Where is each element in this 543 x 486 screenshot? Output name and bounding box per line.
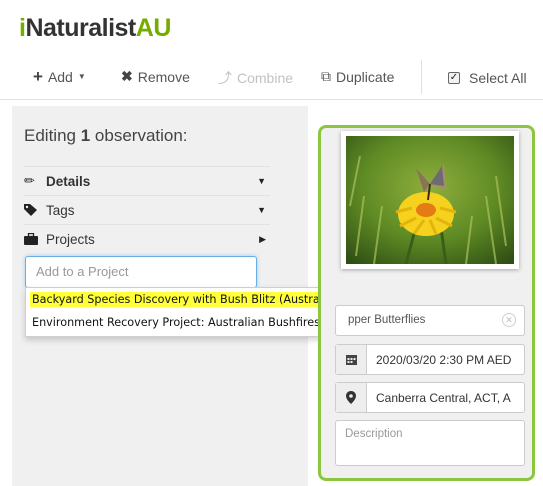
select-all-button[interactable]: ✓ Select All [448,70,527,86]
add-label: Add [47,68,73,85]
editing-prefix: Editing [24,126,76,145]
tags-section-toggle[interactable]: Tags ▼ [24,195,270,224]
observation-card[interactable]: pper Butterflies ✕ 2020/03/20 2:30 PM AE… [318,125,535,481]
caret-down-icon: ▼ [257,205,266,215]
location-field[interactable]: Canberra Central, ACT, A [335,382,525,413]
project-suggestion-backyard[interactable]: Backyard Species Discovery with Bush Bli… [30,292,340,307]
calendar-icon [336,345,367,374]
details-label: Details [46,173,91,189]
toolbar-divider [421,60,422,94]
duplicate-icon: ⧉ [321,68,331,84]
duplicate-button[interactable]: ⧉ Duplicate [321,68,394,85]
caret-down-icon: ▼ [257,176,266,186]
pencil-icon: ✏ [24,173,35,188]
plus-icon: + [33,67,43,86]
caret-down-icon: ▼ [77,72,86,81]
description-textarea[interactable]: Description [335,420,525,466]
remove-label: Remove [137,68,190,85]
inaturalist-au-logo[interactable]: i Naturalist AU [19,14,171,48]
combine-icon: ⤴ [218,70,232,86]
observation-photo[interactable] [341,131,519,269]
combine-label: Combine [237,70,294,86]
project-suggestion-environment-recovery[interactable]: Environment Recovery Project: Australian… [32,316,348,329]
location-value: Canberra Central, ACT, A [376,391,511,405]
tags-label: Tags [46,202,75,218]
combine-button[interactable]: ⤴ Combine [218,68,293,88]
logo-name: Naturalist [25,14,136,42]
project-input-placeholder: Add to a Project [36,264,129,279]
add-to-project-input[interactable]: Add to a Project [25,256,257,288]
logo-i: i [19,14,26,42]
details-section-toggle[interactable]: ✏ Details ▼ [24,166,270,195]
logo-suffix: AU [135,14,172,42]
editing-heading: Editing 1 observation: [24,126,188,146]
add-button[interactable]: + Add ▼ [33,68,86,85]
taxon-field[interactable]: pper Butterflies ✕ [335,305,525,336]
caret-right-icon: ▶ [259,233,266,244]
clear-taxon-icon[interactable]: ✕ [502,313,516,327]
batch-toolbar: + Add ▼ ✖ Remove ⤴ Combine ⧉ Duplicate ✓… [0,54,543,100]
projects-label: Projects [46,231,95,247]
date-field[interactable]: 2020/03/20 2:30 PM AED [335,344,525,375]
editing-count: 1 [80,126,91,145]
select-all-checkbox[interactable]: ✓ [448,72,460,84]
remove-x-icon: ✖ [121,68,133,84]
editing-suffix: observation: [94,126,188,145]
map-marker-icon [336,383,367,412]
select-all-label: Select All [469,70,527,86]
projects-section-toggle[interactable]: Projects ▶ [24,224,270,253]
tag-icon [24,204,42,216]
description-placeholder: Description [345,428,403,440]
remove-button[interactable]: ✖ Remove [121,68,190,85]
duplicate-label: Duplicate [336,68,395,85]
date-value: 2020/03/20 2:30 PM AED [376,353,512,367]
taxon-value: pper Butterflies [348,314,426,326]
briefcase-icon [24,233,42,245]
butterfly-photo-image [346,136,514,264]
